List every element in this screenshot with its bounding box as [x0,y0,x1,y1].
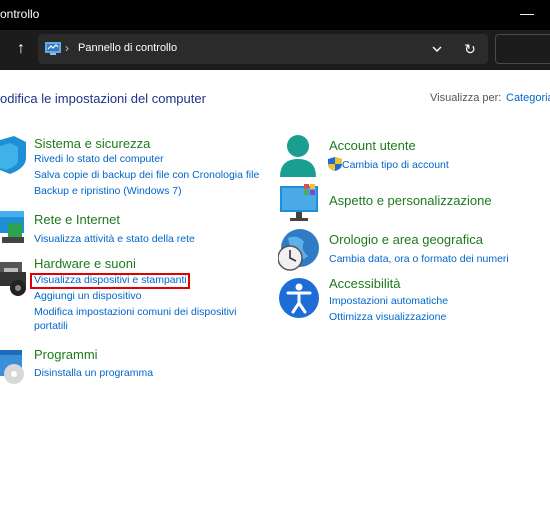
minimize-button[interactable]: — [512,6,542,24]
link-uninstall-program[interactable]: Disinstalla un programma [34,367,153,379]
chevron-down-icon[interactable] [430,41,444,57]
link-backup-restore[interactable]: Backup e ripristino (Windows 7) [34,185,182,197]
breadcrumb-chevron: › [65,41,69,55]
link-network-status[interactable]: Visualizza attività e stato della rete [34,233,195,245]
link-change-date-time[interactable]: Cambia data, ora o formato dei numeri [329,253,509,265]
shield-icon [328,157,342,171]
system-security-icon[interactable] [0,136,26,174]
highlight-box [30,273,190,289]
address-bar[interactable]: › Pannello di controllo ↻ [38,34,488,64]
user-accounts-icon[interactable] [278,133,318,177]
category-system-security[interactable]: Sistema e sicurezza [34,136,150,151]
title-bar: ontrollo — [0,0,550,30]
link-mobility-settings-cont[interactable]: portatili [34,320,68,332]
link-file-history[interactable]: Salva copie di backup dei file con Crono… [34,169,259,181]
category-network-internet[interactable]: Rete e Internet [34,212,120,227]
link-auto-settings[interactable]: Impostazioni automatiche [329,295,448,307]
refresh-button[interactable]: ↻ [462,40,478,58]
programs-icon[interactable] [0,348,26,386]
content-area: odifica le impostazioni del computer Vis… [0,70,550,520]
search-input[interactable] [495,34,550,64]
up-button[interactable]: ↑ [10,38,32,60]
network-icon[interactable] [0,209,26,245]
category-clock-region[interactable]: Orologio e area geografica [329,232,483,247]
control-panel-icon [45,42,61,55]
category-hardware-sound[interactable]: Hardware e suoni [34,256,136,271]
address-text: Pannello di controllo [78,42,178,54]
link-optimize-display[interactable]: Ottimizza visualizzazione [329,311,446,323]
page-title: odifica le impostazioni del computer [0,91,206,106]
category-programs[interactable]: Programmi [34,347,98,362]
clock-region-icon[interactable] [278,228,320,272]
accessibility-icon[interactable] [278,276,320,320]
hardware-sound-icon[interactable] [0,260,26,298]
view-by-dropdown[interactable]: Categoria [506,92,550,104]
link-change-account-type[interactable]: Cambia tipo di account [342,159,449,171]
category-accessibility[interactable]: Accessibilità [329,276,401,291]
window-title: ontrollo [0,7,40,21]
category-user-accounts[interactable]: Account utente [329,138,416,153]
category-appearance[interactable]: Aspetto e personalizzazione [329,193,492,208]
link-mobility-settings[interactable]: Modifica impostazioni comuni dei disposi… [34,306,237,318]
link-add-device[interactable]: Aggiungi un dispositivo [34,290,141,302]
appearance-icon[interactable] [280,184,320,222]
view-by-label: Visualizza per: [430,92,502,104]
navigation-bar: ↑ › Pannello di controllo ↻ [0,30,550,70]
link-review-status[interactable]: Rivedi lo stato del computer [34,153,164,165]
